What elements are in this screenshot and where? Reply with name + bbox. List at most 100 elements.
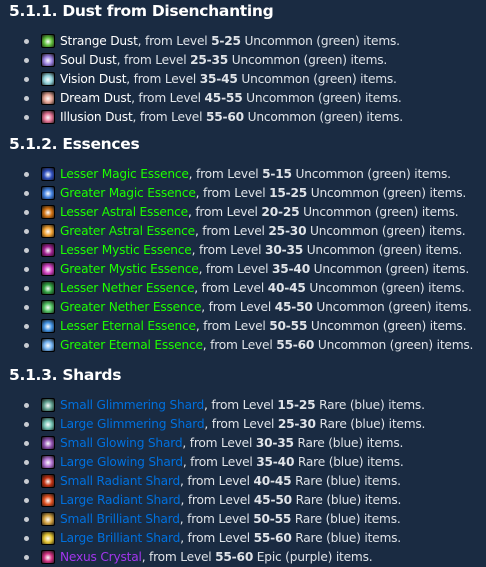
item-name-link[interactable]: Small Radiant Shard — [60, 474, 180, 488]
nexus-crystal-icon[interactable] — [41, 550, 55, 564]
list-item: Lesser Astral Essence, from Level 20-25 … — [0, 203, 486, 222]
item-name-link[interactable]: Small Glowing Shard — [60, 436, 183, 450]
greater-eternal-essence-icon[interactable] — [41, 338, 55, 352]
bullet-icon — [24, 39, 29, 44]
list-item: Lesser Mystic Essence, from Level 30-35 … — [0, 241, 486, 260]
small-brilliant-shard-icon[interactable] — [41, 512, 55, 526]
item-name-link[interactable]: Lesser Nether Essence — [60, 281, 194, 295]
level-range: 40-45 — [267, 281, 306, 295]
item-name-link[interactable]: Greater Nether Essence — [60, 300, 201, 314]
from-level-text: , from Level — [179, 512, 254, 526]
greater-magic-essence-icon[interactable] — [41, 186, 55, 200]
level-range: 35-40 — [272, 262, 310, 276]
small-radiant-shard-icon[interactable] — [41, 474, 55, 488]
from-level-text: , from Level — [137, 34, 212, 48]
level-range: 30-35 — [265, 243, 304, 257]
greater-mystic-essence-icon[interactable] — [41, 262, 55, 276]
from-level-text: , from Level — [201, 300, 275, 314]
level-range: 45-50 — [253, 493, 292, 507]
small-glowing-shard-icon[interactable] — [41, 436, 55, 450]
quality-text: Uncommon (green) items. — [309, 262, 470, 276]
from-level-text: , from Level — [182, 436, 256, 450]
quality-text: Rare (blue) items. — [291, 531, 401, 545]
quality-text: Uncommon (green) items. — [237, 72, 397, 86]
item-name-link[interactable]: Small Glimmering Shard — [60, 398, 204, 412]
lesser-magic-essence-icon[interactable] — [41, 167, 55, 181]
bullet-icon — [24, 555, 29, 560]
quality-text: Uncommon (green) items. — [314, 338, 474, 352]
item-name-link[interactable]: Greater Mystic Essence — [60, 262, 199, 276]
item-name-link[interactable]: Nexus Crystal — [60, 550, 142, 564]
quality-text: Uncommon (green) items. — [303, 243, 463, 257]
small-glimmering-shard-icon[interactable] — [41, 398, 55, 412]
bullet-icon — [24, 343, 29, 348]
dream-dust-icon — [41, 91, 55, 105]
quality-text: Uncommon (green) items. — [307, 319, 467, 333]
item-name: Illusion Dust — [60, 110, 133, 124]
item-name-link[interactable]: Lesser Magic Essence — [60, 167, 189, 181]
level-range: 15-25 — [269, 186, 308, 200]
from-level-text: , from Level — [203, 398, 278, 412]
quality-text: Uncommon (green) items. — [307, 186, 467, 200]
lesser-nether-essence-icon[interactable] — [41, 281, 55, 295]
essences-list: Lesser Magic Essence, from Level 5-15 Un… — [0, 165, 486, 355]
list-item: Greater Magic Essence, from Level 15-25 … — [0, 184, 486, 203]
list-item: Small Glimmering Shard, from Level 15-25… — [0, 396, 486, 415]
bullet-icon — [24, 324, 29, 329]
large-radiant-shard-icon[interactable] — [41, 493, 55, 507]
item-name-link[interactable]: Large Glowing Shard — [60, 455, 183, 469]
from-level-text: , from Level — [194, 281, 268, 295]
list-item: Lesser Eternal Essence, from Level 50-55… — [0, 317, 486, 336]
level-range: 15-25 — [277, 398, 316, 412]
greater-nether-essence-icon[interactable] — [41, 300, 55, 314]
quality-text: Uncommon (green) items. — [228, 53, 388, 67]
level-range: 40-45 — [253, 474, 292, 488]
large-glimmering-shard-icon[interactable] — [41, 417, 55, 431]
bullet-icon — [24, 96, 29, 101]
list-item: Small Radiant Shard, from Level 40-45 Ra… — [0, 472, 486, 491]
vision-dust-icon — [41, 72, 55, 86]
bullet-icon — [24, 403, 29, 408]
quality-text: Rare (blue) items. — [294, 455, 404, 469]
large-glowing-shard-icon[interactable] — [41, 455, 55, 469]
quality-text: Rare (blue) items. — [315, 417, 426, 431]
list-item: Small Glowing Shard, from Level 30-35 Ra… — [0, 434, 486, 453]
item-name-link[interactable]: Large Glimmering Shard — [60, 417, 205, 431]
item-name-link[interactable]: Lesser Mystic Essence — [60, 243, 192, 257]
quality-text: Uncommon (green) items. — [305, 281, 465, 295]
greater-astral-essence-icon[interactable] — [41, 224, 55, 238]
large-brilliant-shard-icon[interactable] — [41, 531, 55, 545]
from-level-text: , from Level — [187, 205, 262, 219]
bullet-icon — [24, 58, 29, 63]
list-item: Large Glowing Shard, from Level 35-40 Ra… — [0, 453, 486, 472]
level-range: 5-25 — [211, 34, 241, 48]
list-item: Large Radiant Shard, from Level 45-50 Ra… — [0, 491, 486, 510]
from-level-text: , from Level — [198, 262, 272, 276]
item-name-link[interactable]: Lesser Astral Essence — [60, 205, 188, 219]
quality-text: Uncommon (green) items. — [306, 224, 466, 238]
item-name-link[interactable]: Greater Magic Essence — [60, 186, 196, 200]
level-range: 25-30 — [268, 224, 307, 238]
item-name: Vision Dust — [60, 72, 127, 86]
item-name-link[interactable]: Large Brilliant Shard — [60, 531, 180, 545]
bullet-icon — [24, 536, 29, 541]
item-name-link[interactable]: Lesser Eternal Essence — [60, 319, 196, 333]
lesser-eternal-essence-icon[interactable] — [41, 319, 55, 333]
quality-text: Uncommon (green) items. — [299, 205, 459, 219]
section-heading-shards: 5.1.3. Shards — [9, 366, 122, 384]
from-level-text: , from Level — [126, 72, 200, 86]
level-range: 55-60 — [276, 338, 315, 352]
item-name-link[interactable]: Greater Astral Essence — [60, 224, 195, 238]
item-name-link[interactable]: Greater Eternal Essence — [60, 338, 203, 352]
from-level-text: , from Level — [195, 186, 270, 200]
lesser-astral-essence-icon[interactable] — [41, 205, 55, 219]
list-item: Dream Dust, from Level 45-55 Uncommon (g… — [0, 89, 486, 108]
quality-text: Uncommon (green) items. — [312, 300, 472, 314]
from-level-text: , from Level — [195, 319, 270, 333]
from-level-text: , from Level — [204, 417, 278, 431]
level-range: 55-60 — [205, 110, 244, 124]
item-name-link[interactable]: Small Brilliant Shard — [60, 512, 180, 526]
lesser-mystic-essence-icon[interactable] — [41, 243, 55, 257]
item-name-link[interactable]: Large Radiant Shard — [60, 493, 181, 507]
bullet-icon — [24, 248, 29, 253]
